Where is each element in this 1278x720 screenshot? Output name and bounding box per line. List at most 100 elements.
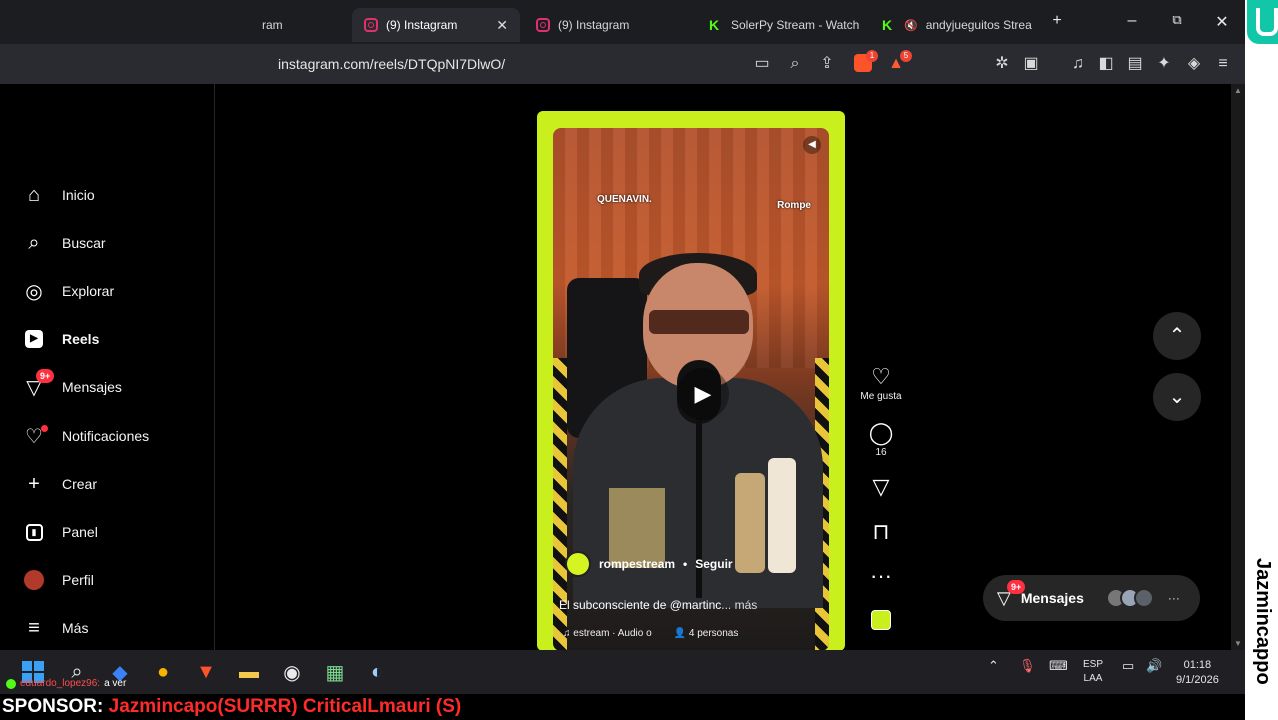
volume-icon[interactable]: ◀ — [803, 136, 821, 154]
messages-pill[interactable]: ▽ 9+ Mensajes ··· — [983, 575, 1200, 621]
restore-button[interactable]: ⧉ — [1167, 12, 1187, 28]
steam-icon[interactable]: ◐ — [363, 658, 391, 686]
instagram-icon — [364, 18, 378, 32]
network-icon[interactable]: ▭ — [1122, 658, 1134, 674]
heart-icon: ♡ — [871, 364, 891, 389]
clock[interactable]: 01:18 9/1/2026 — [1176, 658, 1219, 688]
reading-list-icon[interactable]: ▣ — [1021, 54, 1041, 74]
sidebar-item-mas[interactable]: ≡ Más — [22, 614, 88, 642]
chevron-up-icon: ⌃ — [1168, 325, 1186, 347]
caption-text: El subconsciente de @martinc — [559, 598, 722, 612]
volume-icon[interactable]: 🔊 — [1146, 658, 1162, 674]
profile-avatar-icon — [22, 568, 46, 592]
follow-button[interactable]: Seguir — [695, 557, 732, 571]
sidebar-item-panel[interactable]: ▮ Panel — [22, 518, 98, 546]
sidebar-item-inicio[interactable]: ⌂ Inicio — [22, 181, 95, 209]
browser-tab-strip: ram (9) Instagram ✕ (9) Instagram K Sole… — [0, 0, 1245, 44]
sidebar-item-perfil[interactable]: Perfil — [22, 566, 94, 594]
sidebar-item-label: Reels — [62, 331, 100, 347]
comment-button[interactable]: ◯ 16 — [860, 421, 902, 459]
reels-icon: ▶ — [22, 327, 46, 351]
more-options-button[interactable]: ··· — [860, 564, 902, 588]
sidebar-item-buscar[interactable]: ⌕ Buscar — [22, 229, 105, 257]
author-avatar[interactable] — [565, 551, 591, 577]
vpn-icon[interactable]: ◈ — [1184, 54, 1204, 74]
brave-browser-icon[interactable]: ▼ — [192, 658, 220, 686]
sidebar-toggle-icon[interactable]: ◧ — [1096, 54, 1116, 74]
muted-audio-icon[interactable]: 🔇 — [904, 19, 918, 32]
scroll-down-arrow[interactable]: ▼ — [1234, 639, 1242, 648]
microphone-icon[interactable]: 🎙 — [1019, 658, 1036, 674]
app-icon[interactable]: ● — [149, 658, 177, 686]
keyboard-icon[interactable]: ⌨ — [1049, 658, 1068, 674]
next-reel-button[interactable]: ⌄ — [1153, 373, 1201, 421]
messages-icon: ▽ 9+ — [997, 579, 1026, 609]
like-label: Me gusta — [860, 391, 902, 402]
close-window-button[interactable]: ✕ — [1212, 12, 1232, 32]
address-bar[interactable]: instagram.com/reels/DTQpNI7DlwO/ — [278, 56, 505, 72]
reel-video[interactable]: QUENAVIN. Rompe ◀ ▶ rompestream • Seguir… — [537, 111, 845, 651]
windows-taskbar: ⌕ ◆ ● ▼ ▬ ◉ ▦ ◐ eduardo_lopez96: a ver ⌃… — [0, 650, 1245, 694]
page-scrollbar[interactable]: ▲ ▼ — [1231, 84, 1245, 650]
sidebar-item-explorar[interactable]: ◎ Explorar — [22, 277, 114, 305]
file-explorer-icon[interactable]: ▬ — [235, 658, 263, 686]
instagram-page: ⌂ Inicio ⌕ Buscar ◎ Explorar ▶ Reels ▽ 9+… — [0, 84, 1231, 651]
instagram-sidebar: ⌂ Inicio ⌕ Buscar ◎ Explorar ▶ Reels ▽ 9+… — [0, 84, 215, 650]
zoom-icon[interactable]: ⌕ — [785, 54, 805, 74]
tab-title: (9) Instagram — [386, 18, 458, 32]
author-username[interactable]: rompestream — [599, 557, 675, 571]
messages-label: Mensajes — [1020, 590, 1084, 606]
more-icon: ··· — [1167, 591, 1180, 605]
media-icon[interactable]: ♫ — [1068, 54, 1088, 74]
sidebar-item-label: Perfil — [62, 572, 94, 588]
compass-icon: ◎ — [25, 280, 43, 303]
reel-meta: ♫ estream · Audio o 👤 4 personas — [563, 628, 738, 639]
sidebar-item-crear[interactable]: + Crear — [22, 470, 97, 498]
reel-author: rompestream • Seguir — [565, 551, 733, 577]
tagged-people[interactable]: 👤 4 personas — [674, 628, 739, 639]
brave-rewards-icon[interactable]: ▲ 5 — [886, 50, 912, 74]
share-button[interactable]: ▽ — [860, 475, 902, 499]
audio-thumbnail[interactable] — [871, 610, 891, 630]
chat-message: a ver — [104, 678, 127, 689]
leo-ai-icon[interactable]: ✦ — [1154, 54, 1174, 74]
obs-icon[interactable]: ◉ — [278, 658, 306, 686]
play-icon[interactable]: ▶ — [677, 368, 729, 420]
cast-icon[interactable]: ▭ — [752, 54, 772, 74]
kick-icon: K — [882, 17, 893, 33]
tab-instagram-1[interactable]: ram — [262, 8, 352, 42]
tab-andyjueguitos[interactable]: K 🔇 andyjueguitos Strea — [870, 8, 1038, 42]
audio-info[interactable]: ♫ estream · Audio o — [563, 628, 652, 639]
new-tab-button[interactable]: + — [1047, 12, 1067, 30]
send-icon: ▽ — [872, 474, 890, 499]
like-button[interactable]: ♡ Me gusta — [860, 364, 902, 403]
plus-icon: + — [28, 472, 40, 495]
messages-icon: ▽ 9+ — [22, 369, 55, 399]
share-icon[interactable]: ⇪ — [817, 54, 837, 74]
wallet-icon[interactable]: ▤ — [1125, 54, 1145, 74]
save-button[interactable]: ⊓ — [860, 520, 902, 544]
minimize-button[interactable]: – — [1122, 12, 1142, 30]
reel-caption[interactable]: El subconsciente de @martinc... más — [559, 598, 827, 612]
reel-brand-left: QUENAVIN. — [597, 194, 652, 205]
caption-more-link[interactable]: ... más — [721, 598, 757, 612]
tab-instagram-2[interactable]: (9) Instagram — [524, 8, 692, 42]
close-tab-icon[interactable]: ✕ — [496, 17, 508, 34]
chevron-up-icon[interactable]: ⌃ — [988, 658, 999, 674]
menu-icon: ≡ — [28, 616, 40, 639]
language-indicator[interactable]: ESP LAA — [1083, 658, 1103, 686]
messages-badge: 9+ — [36, 369, 55, 383]
sidebar-item-reels[interactable]: ▶ Reels — [22, 325, 99, 353]
chevron-down-icon: ⌄ — [1168, 386, 1186, 408]
tab-solerpy[interactable]: K SolerPy Stream - Watch — [697, 8, 865, 42]
sidebar-item-mensajes[interactable]: ▽ 9+ Mensajes — [22, 369, 122, 401]
scroll-up-arrow[interactable]: ▲ — [1234, 86, 1242, 95]
extensions-icon[interactable]: ✲ — [992, 54, 1012, 74]
app-icon[interactable]: ▦ — [321, 658, 349, 686]
sidebar-item-notificaciones[interactable]: ♡ Notificaciones — [22, 422, 149, 450]
tab-instagram-active[interactable]: (9) Instagram ✕ — [352, 8, 520, 42]
previous-reel-button[interactable]: ⌃ — [1153, 312, 1201, 360]
sidebar-item-label: Más — [62, 620, 89, 636]
menu-icon[interactable]: ≡ — [1213, 54, 1233, 74]
brave-shields-icon[interactable]: 1 — [854, 50, 878, 72]
